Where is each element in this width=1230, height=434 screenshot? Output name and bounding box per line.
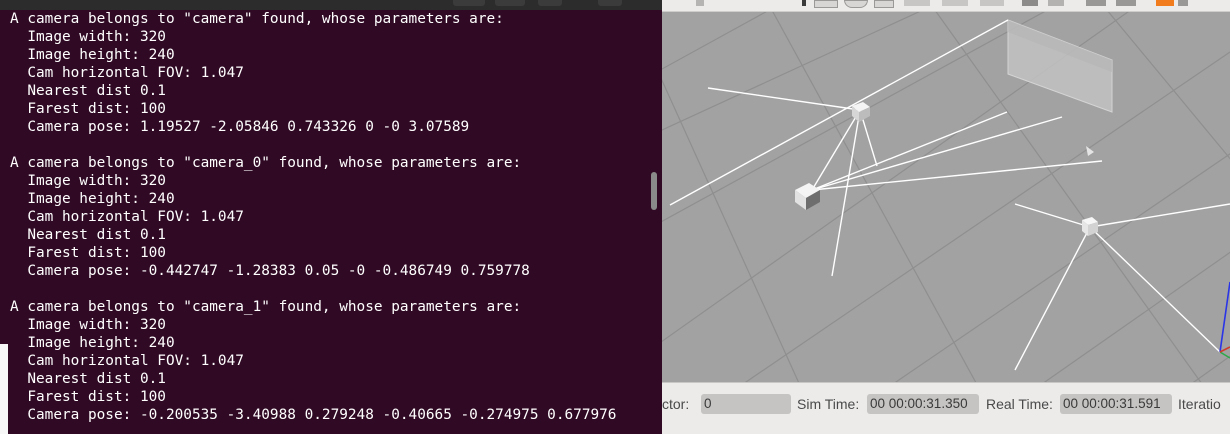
sim-time-field: 00 00:00:31.350: [867, 394, 979, 414]
spot-light-icon[interactable]: [942, 0, 968, 6]
terminal-window[interactable]: A camera belongs to "camera" found, whos…: [0, 0, 662, 434]
terminal-line: A camera belongs to "camera" found, whos…: [10, 11, 504, 27]
time-panel: ctor: 0 Sim Time: 00 00:00:31.350 Real T…: [662, 393, 1230, 415]
point-light-icon[interactable]: [904, 0, 930, 6]
real-time-label: Real Time:: [986, 396, 1053, 412]
terminal-line: Camera pose: -0.442747 -1.28383 0.05 -0 …: [10, 263, 530, 279]
terminal-line: Nearest dist 0.1: [10, 83, 166, 99]
paste-icon[interactable]: [1048, 0, 1064, 6]
terminal-menu-button[interactable]: [495, 0, 525, 6]
toolbar-separator: [802, 0, 806, 6]
sphere-shape-icon[interactable]: [844, 0, 868, 8]
terminal-line: Camera pose: 1.19527 -2.05846 0.743326 0…: [10, 119, 470, 135]
terminal-line: Farest dist: 100: [10, 389, 166, 405]
real-time-field: 00 00:00:31.591: [1060, 394, 1172, 414]
terminal-tab-button[interactable]: [453, 0, 485, 6]
ground-plane: [662, 12, 1230, 382]
arrow-tool-icon[interactable]: [696, 0, 704, 6]
terminal-line: Nearest dist 0.1: [10, 227, 166, 243]
terminal-line: Image width: 320: [10, 173, 166, 189]
scene-canvas: [662, 12, 1230, 382]
sim-time-label: Sim Time:: [797, 396, 860, 412]
gazebo-status-bar: ctor: 0 Sim Time: 00 00:00:31.350 Real T…: [662, 382, 1230, 434]
terminal-minimize-button[interactable]: [538, 0, 562, 6]
terminal-line: Cam horizontal FOV: 1.047: [10, 209, 244, 225]
terminal-line: Cam horizontal FOV: 1.047: [10, 353, 244, 369]
terminal-line: Image height: 240: [10, 191, 175, 207]
gazebo-toolbar: [662, 0, 1230, 12]
terminal-line: Cam horizontal FOV: 1.047: [10, 65, 244, 81]
terminal-close-button[interactable]: [598, 0, 622, 6]
terminal-line: Camera pose: -0.200535 -3.40988 0.279248…: [10, 407, 617, 423]
terminal-output[interactable]: A camera belongs to "camera" found, whos…: [0, 10, 650, 434]
align-icon[interactable]: [1086, 0, 1106, 6]
screenshot-icon[interactable]: [1156, 0, 1174, 6]
terminal-line: Nearest dist 0.1: [10, 371, 166, 387]
desktop: A camera belongs to "camera" found, whos…: [0, 0, 1230, 434]
terminal-line: Image width: 320: [10, 317, 166, 333]
copy-icon[interactable]: [1022, 0, 1038, 6]
real-time-factor-field: 0: [701, 394, 791, 414]
iterations-label: Iteratio: [1178, 396, 1221, 412]
terminal-line: A camera belongs to "camera_1" found, wh…: [10, 299, 522, 315]
terminal-line: Image height: 240: [10, 47, 175, 63]
terminal-line: A camera belongs to "camera_0" found, wh…: [10, 155, 522, 171]
background-window-edge: [0, 344, 8, 434]
terminal-line: Image width: 320: [10, 29, 166, 45]
box-shape-icon[interactable]: [814, 0, 838, 8]
chevron-down-icon[interactable]: [1178, 0, 1188, 6]
terminal-line: Farest dist: 100: [10, 101, 166, 117]
real-time-factor-label: ctor:: [662, 396, 690, 412]
gazebo-3d-viewport[interactable]: [662, 12, 1230, 382]
directional-light-icon[interactable]: [980, 0, 1004, 6]
snap-icon[interactable]: [1116, 0, 1136, 6]
terminal-line: Farest dist: 100: [10, 245, 166, 261]
cylinder-shape-icon[interactable]: [874, 0, 894, 8]
terminal-titlebar: [0, 0, 662, 10]
terminal-line: Image height: 240: [10, 335, 175, 351]
terminal-scrollbar[interactable]: [651, 172, 657, 210]
